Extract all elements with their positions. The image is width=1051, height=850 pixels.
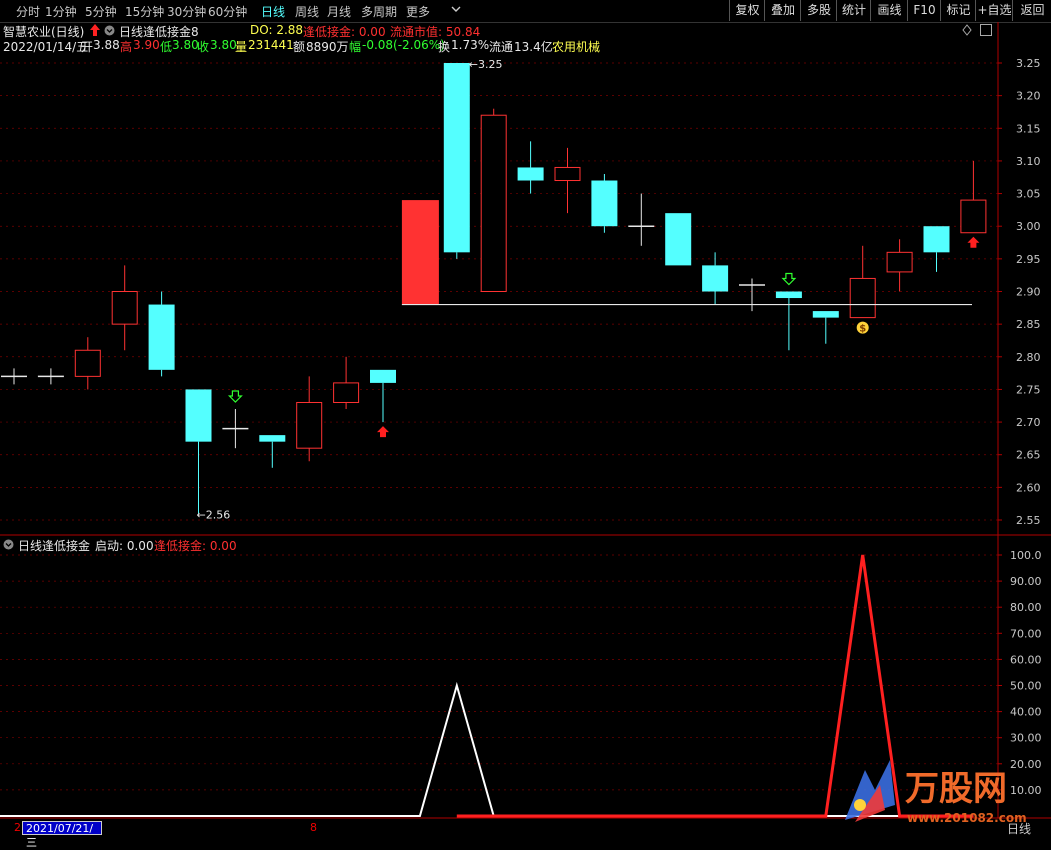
y-tick-label: 3.00 [1016,220,1041,233]
candle [333,356,360,410]
y-tick-label: 2.95 [1016,253,1041,266]
watermark-url: www.201082.com [907,811,1027,825]
money-bag-glyph: $ [859,324,866,335]
sub-y-tick-label: 80.00 [1010,601,1042,614]
candle-body [148,304,175,370]
candle [370,369,396,423]
y-tick-label: 2.80 [1016,351,1041,364]
y-tick-label: 2.65 [1016,449,1041,462]
watermark-logo: 万股网 www.201082.com [835,750,1035,830]
sub-indicator-name[interactable]: 日线逢低接金 [18,537,90,554]
max-price-label: ←3.25 [469,58,503,71]
candle [702,252,729,305]
candle-body [812,311,839,318]
candle-body [517,167,544,181]
candle [148,291,175,377]
candle-body [960,199,987,234]
y-tick-label: 3.20 [1016,90,1041,103]
sub-y-tick-label: 60.00 [1010,653,1042,666]
y-tick-label: 3.15 [1016,122,1041,135]
axis-left-mark: 2 [14,821,21,834]
y-tick-label: 2.70 [1016,416,1041,429]
candle [628,193,655,246]
candle [517,141,544,194]
min-price-label: ←2.56 [197,508,231,521]
y-tick-label: 3.25 [1016,57,1041,70]
candle [259,435,286,468]
candle-body [74,349,101,377]
candle-body [370,369,396,383]
axis-start-date: 2021/07/21/三 [22,821,102,849]
y-tick-label: 2.60 [1016,481,1041,494]
y-tick-label: 3.10 [1016,155,1041,168]
candle [665,213,692,266]
sub-y-tick-label: 50.00 [1010,680,1042,693]
candle-body [401,200,439,305]
candle [923,226,950,272]
candle [775,291,802,351]
sub-y-tick-label: 70.00 [1010,627,1042,640]
candle [185,389,212,514]
candle-body [185,389,212,442]
candle [849,245,876,319]
watermark-brand: 万股网 [905,769,1007,809]
candle-body [665,213,692,266]
candle [591,173,618,233]
down-arrow-icon [781,272,797,286]
candle [812,311,839,344]
price-chart-canvas[interactable]: ←3.25 ←2.56 $ 3.25 3.20 3.15 3.10 3.05 3.00 2.95… [0,0,1051,836]
candle [111,265,138,351]
candle-body [702,265,729,292]
axis-mid-mark: 8 [310,821,317,834]
start-value: 启动: 0.00 [95,539,154,553]
candle-body [849,277,876,319]
candle [37,368,64,385]
y-tick-label: 2.75 [1016,383,1041,396]
candle [886,239,913,292]
candle-body [259,435,286,442]
candle-body [554,166,581,182]
candle-body [923,226,950,253]
candle-body [775,291,802,299]
candle [480,108,507,292]
candle [222,409,249,449]
up-arrow-icon [377,426,389,438]
candle-body [333,382,360,403]
down-arrow-icon [227,390,243,403]
candle-body [111,291,138,325]
candle-body [591,180,618,227]
candle [554,147,581,214]
candle-body [443,63,470,253]
up-arrow-icon [967,236,980,248]
y-tick-label: 2.85 [1016,318,1041,331]
y-tick-label: 2.90 [1016,286,1041,299]
sub-dropdown-icon[interactable] [3,539,14,553]
sub-y-tick-label: 100.0 [1010,549,1042,562]
sub-y-tick-label: 90.00 [1010,575,1042,588]
sub-fdjj-value: 逢低接金: 0.00 [154,539,237,553]
candle [739,278,765,312]
sub-y-tick-label: 40.00 [1010,706,1042,719]
y-tick-label: 2.55 [1016,514,1041,527]
candle-body [886,251,913,273]
candle [1,368,27,385]
candle [401,200,439,305]
candle-body [480,114,507,292]
candle-body [296,401,323,449]
candle [960,160,987,234]
candle [74,337,101,390]
y-tick-label: 3.05 [1016,188,1041,201]
candle [443,63,470,259]
sub-y-tick-label: 30.00 [1010,732,1042,745]
